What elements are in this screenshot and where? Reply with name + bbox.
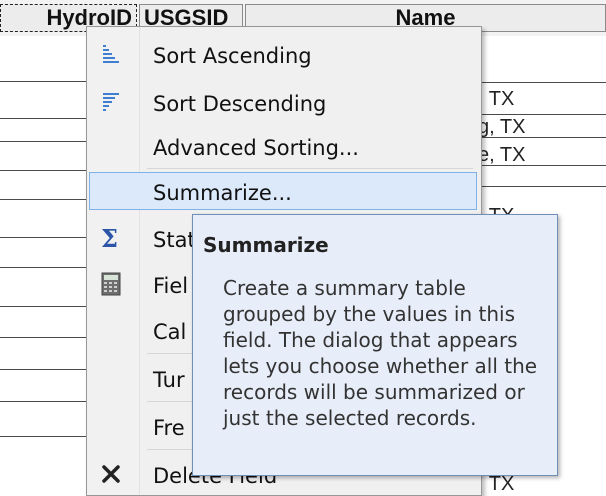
menu-item-label: Advanced Sorting...: [153, 136, 359, 160]
tooltip-body: Create a summary table grouped by the va…: [223, 276, 538, 430]
calculator-icon: [99, 272, 123, 296]
sort-descending-icon: [99, 90, 123, 114]
table-row[interactable]: [0, 306, 90, 307]
menu-item-label: Cal: [153, 320, 187, 344]
svg-text:Σ: Σ: [101, 226, 118, 250]
sigma-icon: Σ: [99, 224, 123, 253]
table-cell-name: e, TX: [478, 144, 526, 166]
table-row[interactable]: [0, 436, 90, 437]
table-row[interactable]: [0, 237, 90, 238]
menu-item-sort-descending[interactable]: Sort Descending: [89, 83, 477, 121]
menu-item-label: Fre: [153, 416, 185, 440]
menu-item-label: Summarize...: [153, 181, 292, 205]
tooltip-title: Summarize: [203, 233, 329, 257]
table-row[interactable]: [0, 141, 90, 142]
table-row[interactable]: [0, 170, 90, 171]
table-row[interactable]: [476, 186, 606, 187]
menu-item-sort-ascending[interactable]: Sort Ascending: [89, 35, 477, 73]
table-row[interactable]: [0, 267, 90, 268]
menu-item-summarize[interactable]: Summarize...: [89, 172, 477, 210]
table-cell-name: , TX: [478, 473, 515, 495]
menu-item-label: Sort Ascending: [153, 44, 312, 68]
table-row[interactable]: [476, 82, 606, 83]
table-cell-name: g, TX: [478, 116, 526, 138]
table-row[interactable]: [476, 114, 606, 115]
delete-x-icon: [99, 462, 123, 486]
table-row[interactable]: [0, 118, 90, 119]
menu-item-label: Sort Descending: [153, 92, 327, 116]
table-row[interactable]: [0, 401, 90, 402]
table-row[interactable]: [0, 337, 90, 338]
table-row[interactable]: [0, 199, 90, 200]
menu-item-label: Tur: [153, 368, 185, 392]
table-row[interactable]: [0, 369, 90, 370]
sort-ascending-icon: [99, 42, 123, 66]
table-row[interactable]: [0, 81, 90, 82]
menu-item-label: Fiel: [153, 274, 189, 298]
summarize-tooltip: Summarize Create a summary table grouped…: [192, 214, 558, 476]
menu-separator: [147, 168, 473, 169]
menu-item-label: Stat: [153, 228, 196, 252]
table-cell-name: , TX: [478, 88, 515, 110]
menu-item-advanced-sorting[interactable]: Advanced Sorting...: [89, 127, 477, 165]
